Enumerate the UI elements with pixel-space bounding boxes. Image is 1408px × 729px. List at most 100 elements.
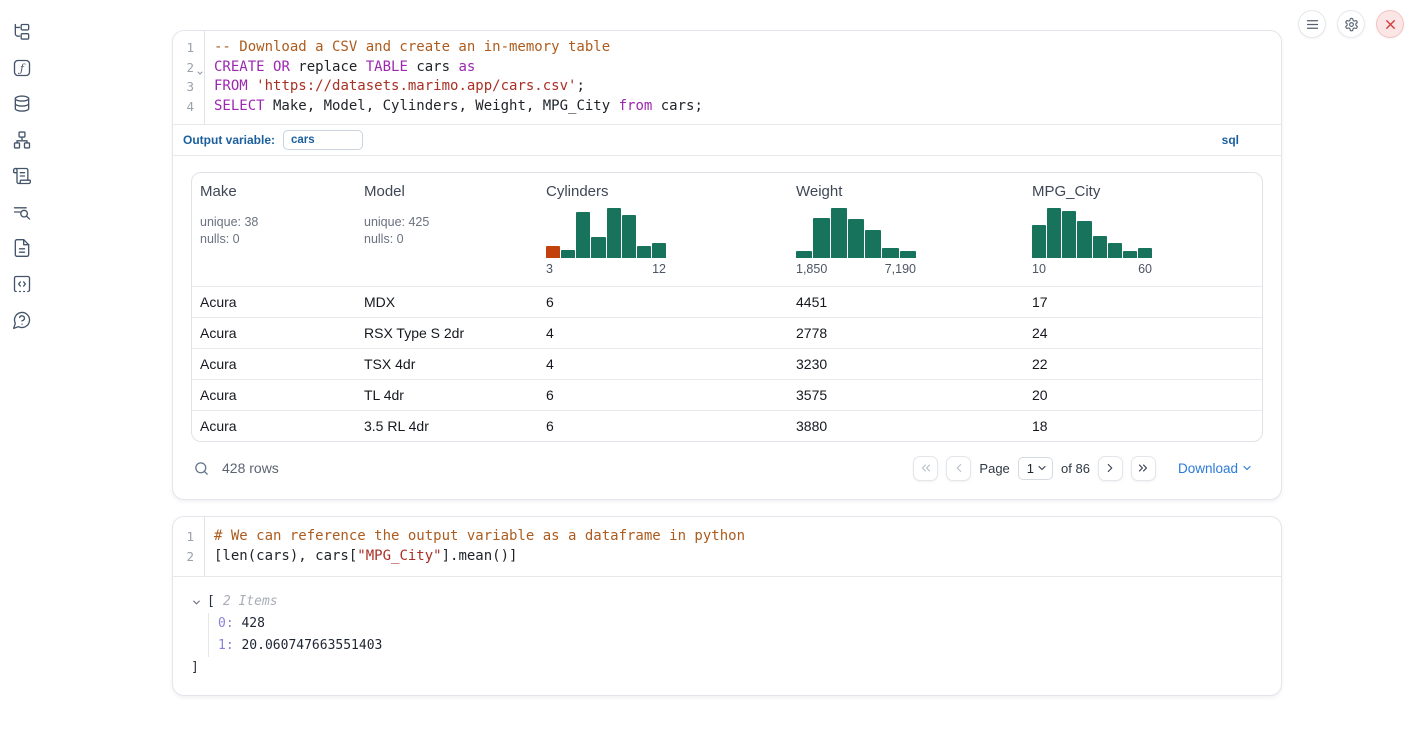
code-token: ; (576, 78, 584, 94)
language-badge: sql (1222, 133, 1239, 147)
cell-cylinders: 6 (538, 380, 788, 410)
items-count: 2 Items (223, 591, 278, 613)
cell-make: Acura (192, 349, 356, 379)
column-label: Make (200, 183, 348, 200)
line-number: 3 (173, 77, 204, 97)
datasources-icon[interactable] (12, 94, 32, 114)
histogram-bar (561, 250, 575, 258)
line-number: 2 (173, 58, 204, 78)
histogram-bar (1108, 243, 1122, 258)
histogram-axis-labels: 1,8507,190 (796, 262, 916, 276)
settings-gear-icon[interactable] (1337, 10, 1365, 38)
cell-mpg-city: 22 (1024, 349, 1262, 379)
item-value: 428 (241, 616, 264, 631)
cell-make: Acura (192, 318, 356, 348)
column-label: MPG_City (1032, 183, 1254, 200)
histogram-bar (831, 208, 847, 258)
help-icon[interactable] (12, 310, 32, 330)
mpg-city-histogram: 10 60 (1032, 208, 1152, 276)
chevron-down-icon (1241, 462, 1253, 474)
cell-weight: 4451 (788, 287, 1024, 317)
histogram-bar (882, 248, 898, 258)
table-row: Acura TL 4dr 6 3575 20 (192, 379, 1262, 410)
histogram-bar (607, 208, 621, 258)
file-tree-icon[interactable] (12, 22, 32, 42)
column-header-model[interactable]: Model unique: 425nulls: 0 (356, 173, 538, 286)
column-header-weight[interactable]: Weight 1,8507,190 (788, 173, 1024, 286)
cell-mpg-city: 17 (1024, 287, 1262, 317)
row-count: 428 rows (222, 460, 279, 476)
code-line: 2 CREATE OR replace TABLE cars as (173, 58, 1281, 78)
cell-mpg-city: 18 (1024, 411, 1262, 441)
histogram-bar (1047, 208, 1061, 258)
code-token: 'https://datasets.marimo.app/cars.csv' (256, 78, 576, 94)
code-token: OR (273, 59, 290, 75)
page-total-label: of 86 (1061, 461, 1090, 476)
line-number: 1 (173, 527, 204, 547)
code-token: TABLE (366, 59, 408, 75)
last-page-button[interactable] (1131, 456, 1156, 481)
histogram-bar (900, 251, 916, 258)
sql-cell-output: Make unique: 38nulls: 0 Model unique: 42… (173, 156, 1281, 499)
scratchpad-icon[interactable] (12, 166, 32, 186)
open-bracket: [ (207, 591, 215, 613)
cell-make: Acura (192, 411, 356, 441)
code-token: FROM (214, 78, 248, 94)
pagination: Page 1 of 86 Download (913, 456, 1253, 481)
menu-icon[interactable] (1298, 10, 1326, 38)
cell-model: TL 4dr (356, 380, 538, 410)
functions-icon[interactable]: ƒ (12, 58, 32, 78)
cell-make: Acura (192, 287, 356, 317)
code-line: 3 FROM 'https://datasets.marimo.app/cars… (173, 77, 1281, 97)
logs-icon[interactable] (12, 202, 32, 222)
sql-code-editor[interactable]: 1 -- Download a CSV and create an in-mem… (173, 31, 1281, 124)
histogram-bar (576, 212, 590, 258)
axis-max-label: 60 (1138, 262, 1152, 276)
cell-weight: 3575 (788, 380, 1024, 410)
column-header-cylinders[interactable]: Cylinders 312 (538, 173, 788, 286)
column-header-make[interactable]: Make unique: 38nulls: 0 (192, 173, 356, 286)
table-row: Acura 3.5 RL 4dr 6 3880 18 (192, 410, 1262, 441)
first-page-button[interactable] (913, 456, 938, 481)
code-token: Make, Model, Cylinders, Weight, MPG_City (265, 98, 619, 114)
documentation-icon[interactable] (12, 238, 32, 258)
null-count: nulls: 0 (364, 231, 530, 248)
code-token: -- Download a CSV and create an in-memor… (214, 39, 610, 55)
code-line: 1 -- Download a CSV and create an in-mem… (173, 38, 1281, 58)
cell-model: 3.5 RL 4dr (356, 411, 538, 441)
histogram-bar (652, 243, 666, 258)
code-token: "MPG_City" (357, 548, 441, 564)
previous-page-button[interactable] (946, 456, 971, 481)
cell-mpg-city: 20 (1024, 380, 1262, 410)
cell-weight: 3880 (788, 411, 1024, 441)
histogram-axis-labels: 10 60 (1032, 262, 1152, 276)
code-token: cars (408, 59, 459, 75)
data-table: Make unique: 38nulls: 0 Model unique: 42… (191, 172, 1263, 442)
search-icon[interactable] (193, 460, 210, 477)
dependency-graph-icon[interactable] (12, 130, 32, 150)
output-variable-input[interactable] (283, 130, 363, 150)
code-line: 2 [len(cars), cars["MPG_City"].mean()] (173, 547, 1281, 567)
download-button[interactable]: Download (1178, 461, 1253, 476)
axis-min-label: 10 (1032, 262, 1046, 276)
next-page-button[interactable] (1098, 456, 1123, 481)
code-token: cars; (652, 98, 703, 114)
snippets-icon[interactable] (12, 274, 32, 294)
page-label: Page (979, 461, 1009, 476)
table-row: Acura RSX Type S 2dr 4 2778 24 (192, 317, 1262, 348)
python-code-editor[interactable]: 1 # We can reference the output variable… (173, 517, 1281, 576)
left-sidebar: ƒ (0, 0, 44, 729)
list-item: 0: 428 (218, 613, 1263, 635)
page-number-select[interactable]: 1 (1018, 457, 1053, 480)
histogram-bar (1062, 211, 1076, 258)
collapse-chevron-icon[interactable] (191, 597, 202, 608)
output-variable-label: Output variable: (183, 133, 275, 147)
axis-min-label: 1,850 (796, 262, 827, 276)
histogram-bar (848, 219, 864, 258)
sql-cell: 1 -- Download a CSV and create an in-mem… (172, 30, 1282, 500)
null-count: nulls: 0 (200, 231, 348, 248)
column-header-mpg-city[interactable]: MPG_City 10 60 (1024, 173, 1262, 286)
page-number-value: 1 (1027, 461, 1034, 476)
code-token: ].mean()] (442, 548, 518, 564)
close-icon[interactable] (1376, 10, 1404, 38)
